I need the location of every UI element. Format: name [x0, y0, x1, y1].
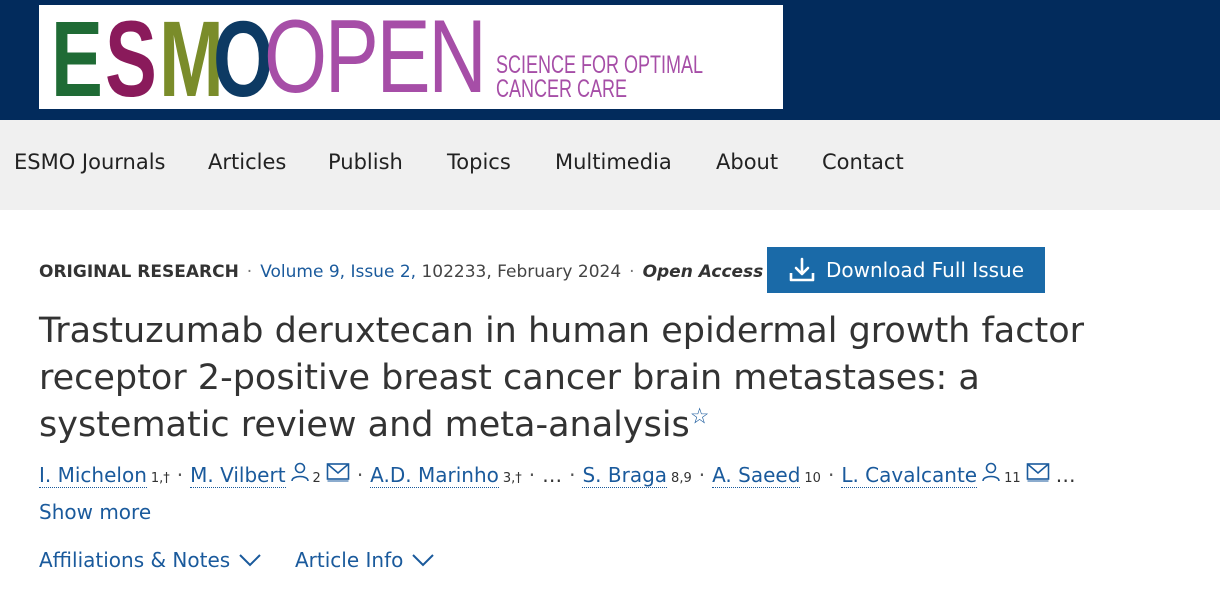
logo-letter-o: O — [213, 5, 273, 109]
author-link[interactable]: A.D. Marinho — [370, 463, 499, 488]
separator-dot: · — [246, 262, 253, 282]
logo-tagline: SCIENCE FOR OPTIMAL CANCER CARE — [496, 51, 704, 103]
nav-articles[interactable]: Articles — [208, 150, 286, 174]
main-nav: ESMO Journals Articles Publish Topics Mu… — [0, 120, 1220, 210]
separator-dot: · — [356, 463, 364, 487]
separator-dot: · — [176, 463, 184, 487]
download-label: Download Full Issue — [825, 258, 1025, 282]
envelope-icon[interactable] — [1026, 462, 1050, 482]
envelope-icon[interactable] — [326, 462, 350, 482]
chevron-down-icon — [412, 554, 435, 567]
author-affiliation-sup: 8,9 — [671, 471, 692, 486]
chevron-down-icon — [239, 554, 261, 567]
separator-dot: · — [528, 463, 536, 487]
logo-letter-e: E — [51, 5, 103, 109]
esmo-open-logo[interactable]: E S M O OPEN SCIENCE FOR OPTIMAL CANCER … — [39, 5, 783, 109]
authors-trailing-ellipsis: … — [1055, 463, 1076, 487]
article-info-toggle[interactable]: Article Info — [295, 548, 435, 572]
star-icon[interactable]: ☆ — [690, 404, 710, 429]
article-title-text: Trastuzumab deruxtecan in human epiderma… — [39, 311, 1085, 445]
author-affiliation-sup: 10 — [804, 471, 821, 486]
authors-ellipsis: … — [542, 463, 563, 487]
author-affiliation-sup: 11 — [1004, 471, 1021, 486]
article-title: Trastuzumab deruxtecan in human epiderma… — [39, 308, 1139, 449]
nav-contact[interactable]: Contact — [822, 150, 904, 174]
author-affiliation-sup: 3,† — [502, 471, 522, 486]
separator-dot: · — [569, 463, 576, 487]
article-info-label: Article Info — [295, 548, 404, 572]
nav-topics[interactable]: Topics — [447, 150, 511, 174]
separator-dot: · — [827, 463, 835, 487]
person-icon[interactable] — [290, 462, 309, 482]
logo-esmo-mark: E S M O — [51, 5, 273, 109]
logo-letter-s: S — [105, 5, 157, 109]
nav-publish[interactable]: Publish — [328, 150, 403, 174]
article-type: ORIGINAL RESEARCH — [39, 262, 239, 282]
logo-letter-m: M — [159, 5, 224, 109]
separator-dot: · — [698, 463, 706, 487]
article-number-date: 102233, February 2024 — [421, 262, 622, 282]
author-link[interactable]: A. Saeed — [712, 463, 801, 488]
article-meta: ORIGINAL RESEARCH · Volume 9, Issue 2, 102… — [39, 262, 763, 282]
nav-about[interactable]: About — [716, 150, 778, 174]
author-link[interactable]: S. Braga — [582, 463, 668, 488]
nav-esmo-journals[interactable]: ESMO Journals — [14, 150, 166, 174]
download-icon — [789, 257, 815, 282]
author-list: I. Michelon 1,† · M. Vilbert 2 · A.D. Mar… — [39, 462, 1076, 488]
affiliations-notes-label: Affiliations & Notes — [39, 548, 231, 572]
logo-tagline-line2: CANCER CARE — [496, 75, 628, 103]
author-link[interactable]: M. Vilbert — [190, 463, 286, 488]
show-more-authors-link[interactable]: Show more — [39, 500, 151, 524]
site-header: E S M O OPEN SCIENCE FOR OPTIMAL CANCER … — [0, 0, 1220, 120]
affiliations-notes-toggle[interactable]: Affiliations & Notes — [39, 548, 262, 572]
author-link[interactable]: I. Michelon — [39, 463, 147, 488]
nav-multimedia[interactable]: Multimedia — [555, 150, 672, 174]
author-link[interactable]: L. Cavalcante — [841, 463, 978, 488]
open-access-label: Open Access — [642, 262, 764, 282]
logo-tagline-line1: SCIENCE FOR OPTIMAL — [496, 51, 704, 79]
download-full-issue-button[interactable]: Download Full Issue — [767, 247, 1045, 293]
separator-dot: · — [629, 262, 635, 282]
volume-issue-link[interactable]: Volume 9, Issue 2, — [260, 262, 416, 282]
author-affiliation-sup: 2 — [312, 471, 321, 486]
person-icon[interactable] — [982, 462, 1000, 482]
logo-open-text: OPEN — [264, 5, 487, 109]
author-affiliation-sup: 1,† — [150, 471, 170, 486]
